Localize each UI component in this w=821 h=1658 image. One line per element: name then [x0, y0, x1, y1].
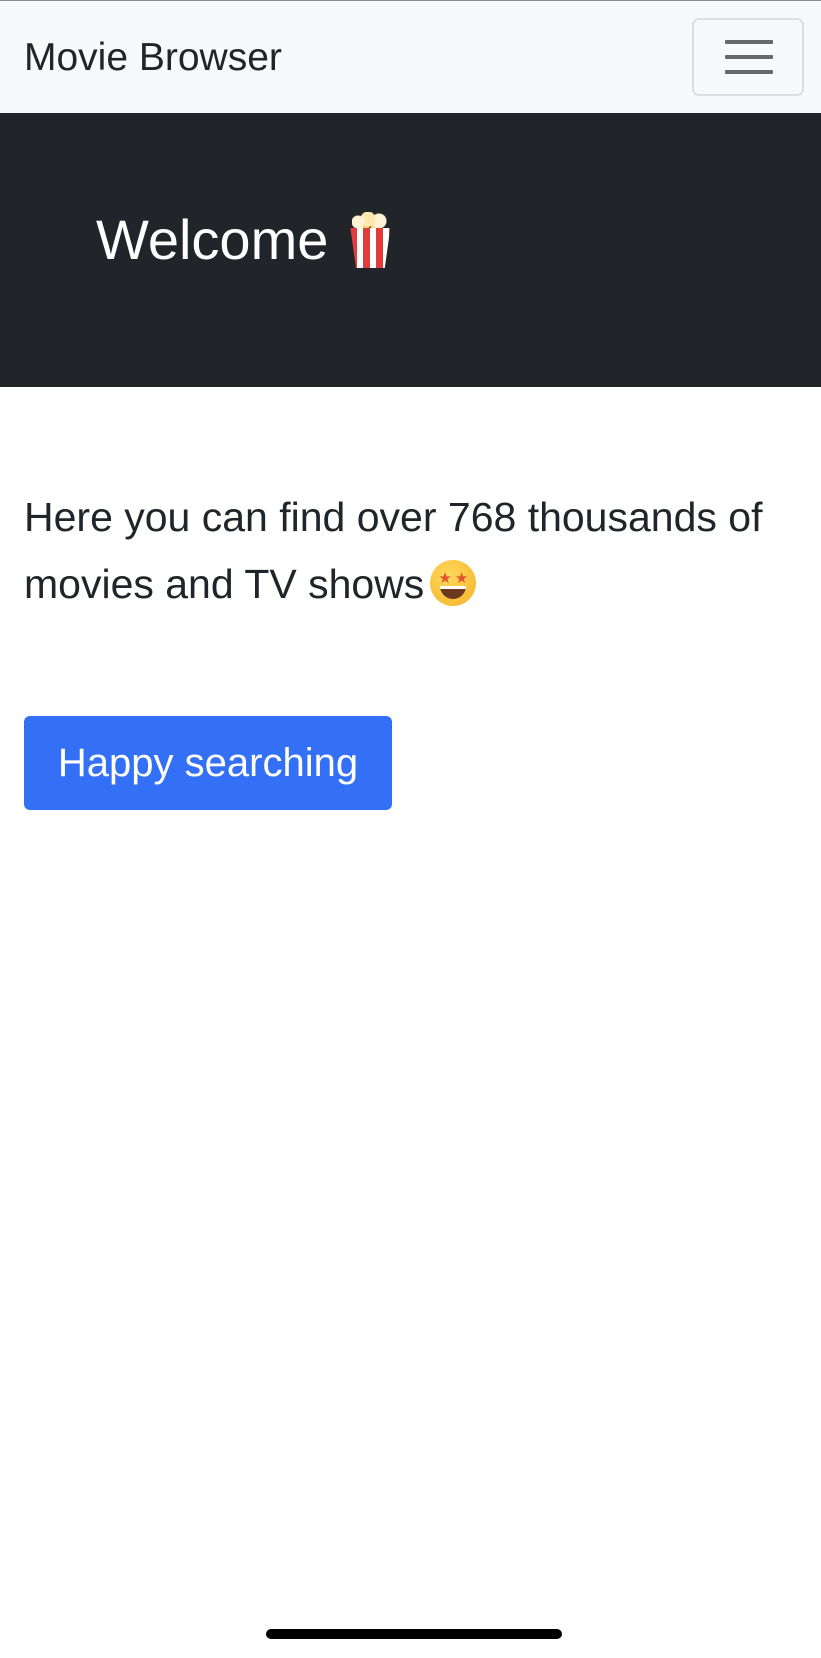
navbar-brand[interactable]: Movie Browser: [24, 34, 282, 82]
happy-searching-button[interactable]: Happy searching: [24, 716, 392, 810]
navbar: Movie Browser: [0, 1, 821, 113]
home-indicator: [266, 1629, 562, 1639]
welcome-hero: Welcome: [0, 113, 821, 387]
intro-text: Here you can find over 768 thousands of …: [24, 494, 763, 607]
hero-heading: Welcome: [96, 208, 391, 272]
star-struck-face-icon: ★ ★: [430, 560, 477, 606]
navbar-toggler-button[interactable]: [692, 18, 804, 96]
hero-title: Welcome: [96, 208, 329, 271]
intro-paragraph: Here you can find over 768 thousands of …: [24, 484, 804, 618]
popcorn-icon: [350, 212, 391, 268]
